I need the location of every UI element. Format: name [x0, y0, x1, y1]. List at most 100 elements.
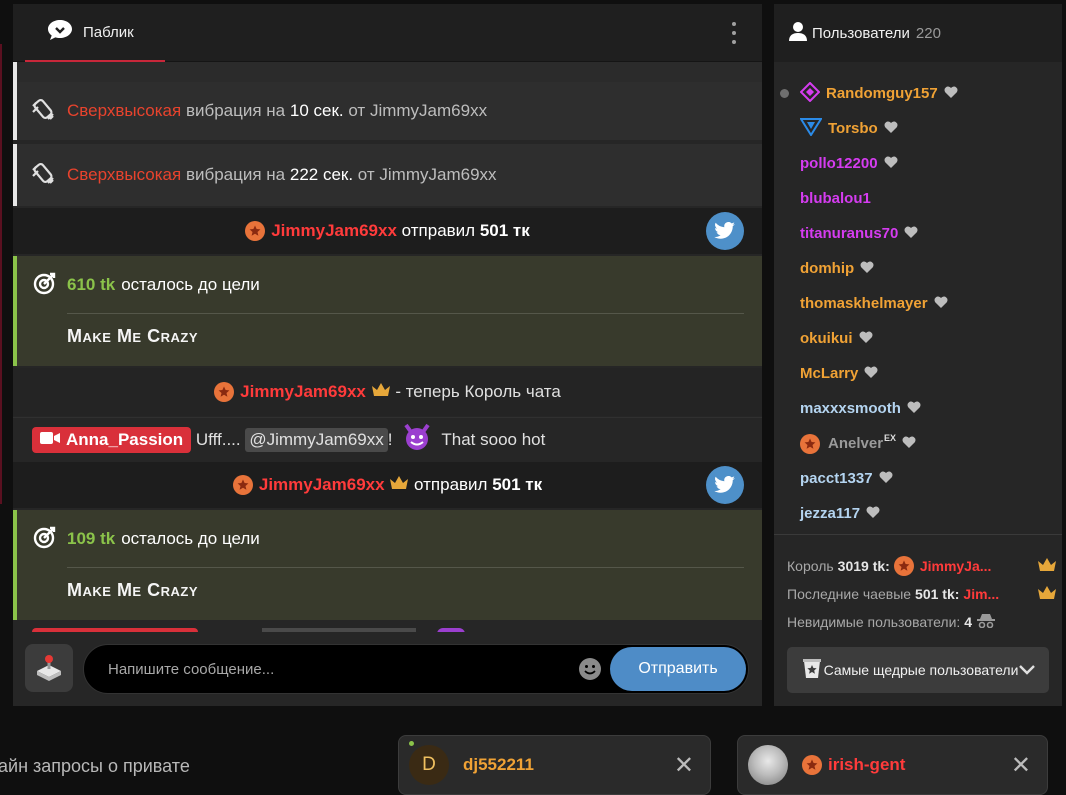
- star-icon: [232, 475, 253, 495]
- mention[interactable]: @JimmyJam69xx: [245, 427, 388, 452]
- username: Torsbo: [828, 120, 878, 137]
- chat-panel: Паблик Сверхвысокая вибрация на 10 сек. …: [13, 4, 762, 706]
- emoji-icon[interactable]: [578, 657, 602, 681]
- users-header: Пользователи 220: [774, 4, 1062, 62]
- username: pollo12200: [800, 155, 878, 172]
- username[interactable]: JimmyJam69xx: [370, 101, 487, 121]
- send-button[interactable]: Отправить: [610, 647, 746, 691]
- tip-message: JimmyJam69xx отправил 501 тк: [13, 208, 762, 254]
- user-row[interactable]: Torsbo: [774, 111, 1062, 146]
- vibration-icon: [31, 161, 55, 190]
- crown-icon: [371, 382, 391, 403]
- twitter-share-button[interactable]: [706, 466, 744, 504]
- tab-public[interactable]: Паблик: [25, 4, 165, 62]
- target-icon: [33, 525, 57, 554]
- tab-public-label: Паблик: [83, 23, 134, 41]
- username[interactable]: JimmyJam69xx: [259, 475, 385, 495]
- goal-remaining: 109 tk: [67, 529, 116, 548]
- message-text: That sooo hot: [441, 429, 546, 449]
- heart-icon[interactable]: [944, 85, 958, 102]
- king-text: - теперь Король чата: [395, 382, 561, 401]
- user-row[interactable]: Anelver EX: [774, 426, 1062, 461]
- chevron-down-icon: [1019, 662, 1035, 678]
- goal-message: 610 tk осталось до цели Make Me Crazy: [13, 256, 762, 366]
- heart-icon[interactable]: [866, 505, 880, 522]
- username[interactable]: JimmyJam69xx: [271, 221, 397, 241]
- heart-icon[interactable]: [902, 435, 916, 452]
- heart-icon[interactable]: [884, 120, 898, 137]
- user-row[interactable]: pollo12200: [774, 146, 1062, 181]
- user-row[interactable]: pacct1337: [774, 461, 1062, 496]
- username: Anna_Passion: [66, 429, 184, 449]
- user-row[interactable]: maxxxsmooth: [774, 391, 1062, 426]
- heart-icon[interactable]: [904, 225, 918, 242]
- last-tip-stat: Последние чаевые 501 tk: Jim...: [787, 580, 1057, 608]
- private-chat-chip[interactable]: D dj552211 ✕: [398, 735, 711, 795]
- vibration-duration: 222 сек.: [289, 165, 354, 184]
- username: Anelver: [828, 435, 884, 452]
- goal-title: Make Me Crazy: [67, 326, 198, 346]
- stat-label: Невидимые пользователи:: [787, 614, 961, 630]
- user-row[interactable]: okuikui: [774, 321, 1062, 356]
- stat-amount: 501 tk:: [915, 586, 960, 602]
- heart-icon[interactable]: [879, 470, 893, 487]
- crown-icon: [1037, 557, 1057, 576]
- chat-header: Паблик: [13, 4, 762, 62]
- user-row[interactable]: blubalou1: [774, 181, 1062, 216]
- heart-icon[interactable]: [907, 400, 921, 417]
- king-stat: Король 3019 tk: JimmyJa...: [787, 552, 1057, 580]
- username: maxxxsmooth: [800, 400, 901, 417]
- star-icon: [245, 221, 266, 241]
- close-icon[interactable]: ✕: [1011, 754, 1031, 778]
- goal-divider: [67, 313, 744, 314]
- user-row[interactable]: Randomguy157: [774, 76, 1062, 111]
- message-input-wrapper: Отправить: [83, 644, 749, 694]
- status-dot: [780, 89, 789, 98]
- more-options-icon[interactable]: [728, 22, 740, 44]
- avatar: D: [409, 745, 449, 785]
- user-row[interactable]: domhip: [774, 251, 1062, 286]
- target-icon: [33, 271, 57, 300]
- joystick-button[interactable]: [25, 644, 73, 692]
- star-icon: [800, 433, 820, 454]
- heart-icon[interactable]: [859, 330, 873, 347]
- stat-label: Последние чаевые: [787, 586, 912, 602]
- tip-action: отправил: [401, 221, 476, 240]
- close-icon[interactable]: ✕: [674, 754, 694, 778]
- goal-text: осталось до цели: [121, 275, 260, 294]
- heart-icon[interactable]: [864, 365, 878, 382]
- message-text: !: [387, 429, 393, 449]
- user-row[interactable]: thomaskhelmayer: [774, 286, 1062, 321]
- vibration-level: Сверхвысокая: [67, 165, 182, 184]
- private-chat-chip[interactable]: irish-gent ✕: [737, 735, 1048, 795]
- online-dot: [409, 741, 414, 746]
- private-requests-text: айн запросы о привате: [0, 756, 190, 776]
- user-row[interactable]: titanuranus70: [774, 216, 1062, 251]
- heart-icon[interactable]: [884, 155, 898, 172]
- message-list[interactable]: Сверхвысокая вибрация на 10 сек. от Jimm…: [13, 62, 762, 632]
- divider: [774, 534, 1062, 535]
- user-list[interactable]: Randomguy157 Torsbo pollo12200 blubalou1…: [774, 76, 1062, 531]
- triangle-icon: [799, 117, 823, 140]
- username: pacct1337: [800, 470, 873, 487]
- heart-icon[interactable]: [860, 260, 874, 277]
- user-row[interactable]: McLarry: [774, 356, 1062, 391]
- tip-amount: 501 тк: [492, 475, 543, 494]
- username[interactable]: JimmyJam69xx: [240, 382, 366, 402]
- message-input[interactable]: [108, 645, 568, 693]
- username[interactable]: JimmyJam69xx: [379, 165, 496, 185]
- twitter-share-button[interactable]: [706, 212, 744, 250]
- star-icon: [802, 755, 822, 775]
- model-badge[interactable]: Anna_Passion: [32, 426, 192, 453]
- vibration-icon: [31, 97, 55, 126]
- username[interactable]: Jim...: [963, 586, 999, 602]
- user-row[interactable]: jezza117: [774, 496, 1062, 531]
- heart-icon[interactable]: [934, 295, 948, 312]
- username[interactable]: JimmyJa...: [920, 558, 992, 574]
- top-tippers-dropdown[interactable]: Самые щедрые пользователи: [787, 647, 1049, 693]
- stat-amount: 4: [964, 614, 973, 630]
- crown-icon: [389, 475, 409, 496]
- star-icon: [893, 556, 914, 576]
- spy-icon: [976, 613, 996, 631]
- username: titanuranus70: [800, 225, 899, 242]
